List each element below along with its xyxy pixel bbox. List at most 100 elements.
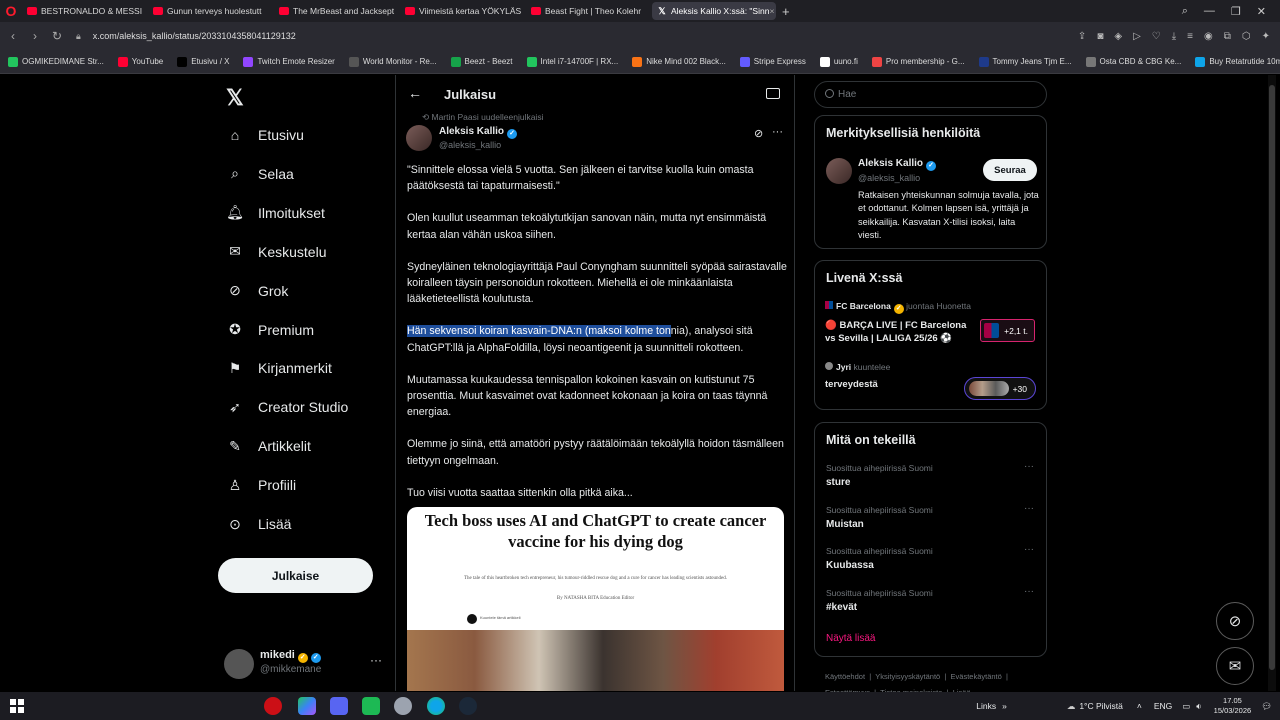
grok-icon[interactable]: ⊘ [754,127,763,140]
avatar[interactable] [826,158,852,184]
live-source[interactable]: FC Barcelona ✓ juontaa Huonetta [825,301,971,314]
live-title[interactable]: terveydestä [825,379,878,390]
copilot-taskbar-icon[interactable] [298,697,316,715]
trend-context[interactable]: Suosittua aihepiirissä Suomi [826,463,933,473]
scrollbar-thumb[interactable] [1269,85,1275,670]
back-arrow-icon[interactable]: ‹ [2,29,24,43]
nav-item-premium[interactable]: ✪ Premium [226,316,314,344]
nav-item-selaa[interactable]: ⌕ Selaa [226,160,294,188]
bookmark-item[interactable]: Osta CBD & CBG Ke... [1085,56,1181,67]
trend-name[interactable]: Muistan [826,519,864,530]
close-tab-icon[interactable]: × [769,6,774,16]
nav-item-ilmoitukset[interactable]: 🔔︎ Ilmoitukset [226,199,325,227]
share-icon[interactable]: ⇪ [1078,31,1086,42]
nav-item-keskustelu[interactable]: ✉ Keskustelu [226,238,326,266]
lock-icon[interactable]: 🔒︎ [76,31,81,42]
reload-icon[interactable]: ↻ [46,29,68,43]
bookmark-item[interactable]: Intel i7-14700F | RX... [526,56,618,67]
live-title[interactable]: 🔴 BARÇA LIVE | FC Barcelona vs Sevilla |… [825,319,975,345]
trend-context[interactable]: Suosittua aihepiirissä Suomi [826,588,933,598]
nav-item-etusivu[interactable]: ⌂ Etusivu [226,121,304,149]
discord-taskbar-icon[interactable] [330,697,348,715]
live-source[interactable]: Jyri kuuntelee [825,362,890,372]
nav-item-grok[interactable]: ⊘ Grok [226,277,288,305]
network-icon[interactable]: ▭ [1182,701,1190,712]
bookmark-item[interactable]: OGMIKEDIMANE Str... [8,56,104,67]
more-icon[interactable]: ··· [1024,586,1034,597]
scrollbar[interactable] [1268,75,1276,691]
minimize-button[interactable]: — [1204,5,1215,17]
url-field[interactable]: x.com/aleksis_kallio/status/203310435804… [93,31,296,41]
footer-link[interactable]: Evästekäytäntö [951,672,1002,681]
footer-link[interactable]: Käyttöehdot [825,672,865,681]
close-window-button[interactable]: ✕ [1257,5,1266,18]
show-more-link[interactable]: Näytä lisää [826,633,875,644]
bookmark-item[interactable]: Twitch Emote Resizer [243,56,335,67]
footer-link[interactable]: Yksityisyyskäytäntö [875,672,940,681]
more-icon[interactable]: ··· [772,126,783,138]
author-avatar[interactable] [406,125,432,151]
suggested-name[interactable]: Aleksis Kallio ✓ [858,158,937,171]
grok-fab-icon[interactable]: ⊘ [1216,602,1254,640]
browser-tab[interactable]: BESTRONALDO & MESSI [22,2,146,20]
browser-tab[interactable]: The MrBeast and Jacksept [274,2,398,20]
chevron-icon[interactable]: » [1002,701,1007,711]
browser-tab[interactable]: Gunun terveys huolestutt [148,2,272,20]
bookmark-item[interactable]: Buy Retatrutide 10m... [1195,56,1280,67]
more-icon[interactable]: ··· [1024,461,1034,472]
bookmark-item[interactable]: YouTube [117,56,163,67]
back-arrow-icon[interactable]: ← [408,85,422,101]
bookmark-item[interactable]: Nike Mind 002 Black... [632,56,726,67]
clock[interactable]: 17.05 15/03/2026 [1214,696,1252,716]
nav-item-artikkelit[interactable]: ✎ Artikkelit [226,432,311,460]
app-taskbar-icon[interactable] [394,697,412,715]
follow-button[interactable]: Seuraa [983,159,1037,181]
maximize-button[interactable]: ❐ [1231,5,1241,18]
nav-item-kirjanmerkit[interactable]: ⚑ Kirjanmerkit [226,354,332,382]
nav-item-creator-studio[interactable]: ➶ Creator Studio [226,393,348,421]
play-icon[interactable] [467,614,477,624]
steam-taskbar-icon[interactable] [459,697,477,715]
trend-name[interactable]: #kevät [826,602,857,613]
notification-icon[interactable]: 💬︎ [1261,701,1272,712]
account-switcher[interactable]: mikedi ✓ ✓ @mikkemane ··· [218,643,393,683]
camera-icon[interactable]: ◙ [1097,31,1103,42]
menu-icon[interactable]: ≡ [1187,31,1193,42]
search-tabs-icon[interactable]: ⌕ [1182,5,1188,18]
live-listeners-badge[interactable]: +2,1 t. [980,319,1035,342]
trend-name[interactable]: Kuubassa [826,560,874,571]
volume-icon[interactable]: 🔉︎ [1196,701,1201,712]
opera-taskbar-icon[interactable] [264,697,282,715]
nav-item-profiili[interactable]: ♙ Profiili [226,471,296,499]
tray-chevron-icon[interactable]: ˄ [1137,701,1142,711]
author-handle[interactable]: @aleksis_kallio [439,140,501,150]
bookmark-item[interactable]: Stripe Express [739,56,806,67]
ai-icon[interactable]: ✦ [1262,31,1270,42]
nav-item-lisää[interactable]: ⊙ Lisää [226,510,291,538]
heart-icon[interactable]: ♡ [1152,31,1161,42]
links-toolbar[interactable]: Links [976,701,996,711]
app-taskbar-icon[interactable] [362,697,380,715]
profile-icon[interactable]: ◉ [1204,31,1213,42]
bookmark-item[interactable]: Tommy Jeans Tjm E... [978,56,1072,67]
language-indicator[interactable]: ENG [1154,701,1172,711]
edge-taskbar-icon[interactable] [427,697,445,715]
more-icon[interactable]: ··· [1024,544,1034,555]
bookmark-item[interactable]: Etusivu / X [177,56,229,67]
more-icon[interactable]: ··· [1024,503,1034,514]
play-icon[interactable]: ▷ [1133,31,1141,42]
trend-context[interactable]: Suosittua aihepiirissä Suomi [826,505,933,515]
trend-name[interactable]: sture [826,477,850,488]
forward-arrow-icon[interactable]: › [24,29,46,43]
live-listeners-badge[interactable]: +30 [964,377,1036,400]
bookmark-item[interactable]: Pro membership - G... [871,56,965,67]
cube-icon[interactable]: ⬡ [1242,31,1251,42]
bookmark-item[interactable]: World Monitor - Re... [348,56,437,67]
weather-text[interactable]: 1°C Pilvistä [1079,701,1123,711]
browser-tab[interactable]: Beast Fight | Theo Kolehr [526,2,650,20]
new-tab-button[interactable]: + [782,4,790,19]
opera-menu-icon[interactable]: O [0,0,22,22]
post-button[interactable]: Julkaise [218,558,373,593]
download-icon[interactable]: ⤓ [1172,31,1176,42]
trend-context[interactable]: Suosittua aihepiirissä Suomi [826,546,933,556]
